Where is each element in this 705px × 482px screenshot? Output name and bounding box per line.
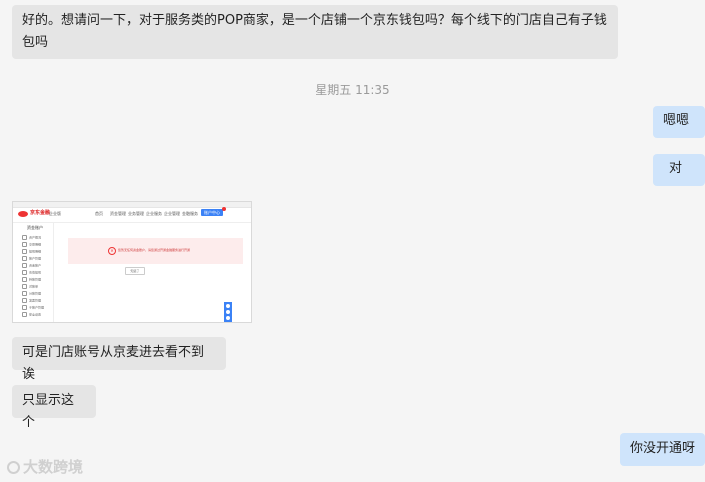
thumbnail-nav-button: 账户中心 — [201, 209, 223, 216]
sidebar-item-icon — [22, 235, 27, 240]
message-bubble-outgoing[interactable]: 对 — [653, 154, 705, 186]
message-bubble-incoming[interactable]: 好的。想请问一下，对于服务类的POP商家，是一个店铺一个京东钱包吗？每个线下的门… — [12, 5, 618, 59]
thumbnail-logo-sub: 企业版 — [49, 211, 61, 216]
thumbnail-nav-item: 企业服务 — [146, 211, 162, 216]
thumbnail-sidebar-item: 交易明细 — [22, 242, 41, 247]
watermark-text: 大数跨境 — [23, 458, 84, 476]
thumbnail-sidebar-item: 对账单 — [22, 284, 38, 289]
thumbnail-sidebar-item: 子账户管理 — [22, 305, 44, 310]
toolbar-dot-icon — [226, 304, 230, 308]
thumbnail-nav-item: 首页 — [95, 211, 103, 216]
toolbar-dot-icon — [226, 310, 230, 314]
thumbnail-nav-item: 金融服务 — [182, 211, 198, 216]
thumbnail-nav-item: 资金管理 — [110, 211, 126, 216]
message-timestamp: 星期五 11:35 — [315, 83, 390, 97]
thumbnail-sidebar-item: 充值提现 — [22, 270, 41, 275]
sidebar-item-icon — [22, 291, 27, 296]
thumbnail-sidebar-item: 分账管理 — [22, 291, 41, 296]
thumbnail-notification-dot — [222, 207, 226, 211]
sidebar-item-icon — [22, 284, 27, 289]
thumbnail-sidebar-item: 账户管理 — [22, 256, 41, 261]
watermark: 大数跨境 — [7, 456, 83, 477]
thumbnail-sidebar-item: 资金账户 — [22, 263, 41, 268]
sidebar-item-icon — [22, 305, 27, 310]
message-bubble-incoming[interactable]: 可是门店账号从京麦进去看不到诶 — [12, 337, 226, 382]
sidebar-item-icon — [22, 298, 27, 303]
sidebar-item-icon — [22, 270, 27, 275]
message-bubble-outgoing[interactable]: 嗯嗯 — [653, 106, 705, 138]
message-text: 你没开通呀 — [630, 441, 696, 456]
sidebar-item-icon — [22, 312, 27, 317]
message-text: 只显示这个 — [22, 393, 75, 430]
sidebar-item-icon — [22, 277, 27, 282]
thumbnail-notice-text: 您暂无任何资金账户，请您通过开通金融服务进行开通 — [118, 248, 191, 252]
sidebar-item-icon — [22, 242, 27, 247]
thumbnail-nav-item: 业务管理 — [128, 211, 144, 216]
thumbnail-sidebar-item: 发票管理 — [22, 298, 41, 303]
sidebar-item-icon — [22, 263, 27, 268]
thumbnail-sidebar-item: 提现明细 — [22, 249, 41, 254]
message-text: 可是门店账号从京麦进去看不到诶 — [22, 345, 205, 382]
thumbnail-sidebar-title: 资金账户 — [27, 225, 43, 230]
error-circle-icon: ✕ — [108, 247, 116, 255]
message-bubble-incoming[interactable]: 只显示这个 — [12, 385, 96, 430]
thumbnail-sidebar-item: 转账管理 — [22, 277, 41, 282]
jd-finance-logo-icon — [18, 211, 28, 217]
thumbnail-sidebar-item: 安全设置 — [22, 312, 41, 317]
message-text: 嗯嗯 — [663, 113, 690, 128]
message-text: 对 — [669, 161, 683, 176]
thumbnail-logo-text: 京东金融 — [30, 210, 51, 216]
thumbnail-floating-toolbar — [224, 302, 232, 322]
thumbnail-close-button: 知道了 — [125, 267, 145, 275]
watermark-logo-icon — [7, 461, 20, 474]
sidebar-item-icon — [22, 256, 27, 261]
message-bubble-outgoing[interactable]: 你没开通呀 — [620, 433, 705, 466]
thumbnail-nav-item: 企业管理 — [164, 211, 180, 216]
thumbnail-sidebar-item: 资产概况 — [22, 235, 41, 240]
toolbar-dot-icon — [226, 316, 230, 320]
sidebar-item-icon — [22, 249, 27, 254]
image-message-thumbnail[interactable]: 京东金融 企业版 首页 资金管理 业务管理 企业服务 企业管理 金融服务 账户中… — [12, 201, 252, 323]
message-text: 好的。想请问一下，对于服务类的POP商家，是一个店铺一个京东钱包吗？每个线下的门… — [22, 13, 607, 50]
